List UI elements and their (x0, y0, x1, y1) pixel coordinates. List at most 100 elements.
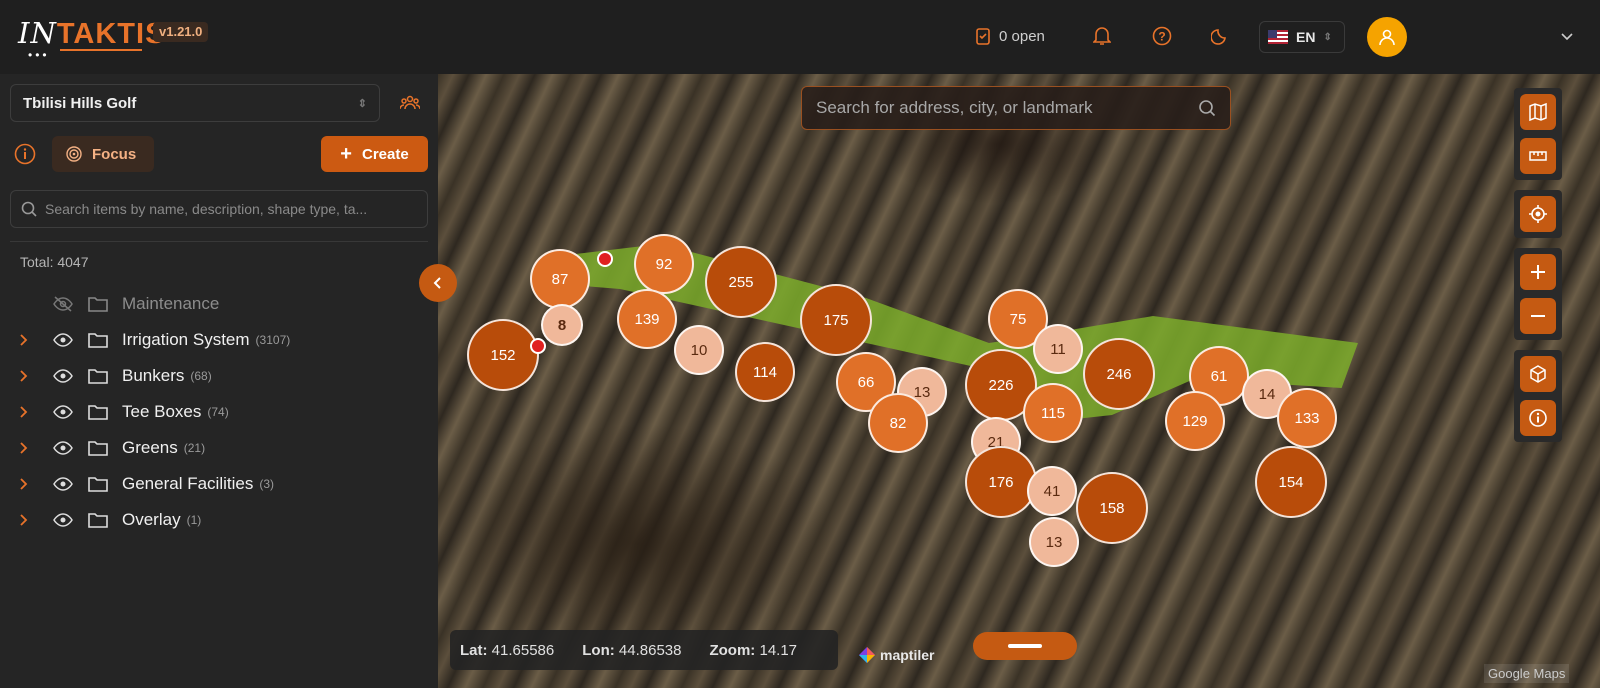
tree-item-tee-boxes[interactable]: Tee Boxes (74) (0, 394, 438, 430)
map-marker[interactable] (530, 338, 546, 354)
map-cluster[interactable]: 255 (705, 246, 777, 318)
map-cluster[interactable]: 154 (1255, 446, 1327, 518)
tree-item-overlay[interactable]: Overlay (1) (0, 502, 438, 538)
team-button[interactable] (399, 94, 421, 117)
map-cluster[interactable]: 129 (1165, 391, 1225, 451)
svg-text:?: ? (1158, 30, 1165, 44)
map-locate-tools (1514, 190, 1562, 238)
map-cluster[interactable]: 92 (634, 234, 694, 294)
map-layer-tools (1514, 88, 1562, 180)
tree-item-label: General Facilities (122, 474, 254, 493)
avatar[interactable] (1367, 17, 1407, 57)
map-cluster[interactable]: 11 (1033, 324, 1083, 374)
map-cluster[interactable]: 114 (735, 342, 795, 402)
lon-label: Lon: (582, 641, 615, 659)
maptiler-logo[interactable]: maptiler (858, 646, 934, 664)
map-cluster[interactable]: 133 (1277, 388, 1337, 448)
create-button[interactable]: + Create (321, 136, 428, 172)
map-cluster[interactable]: 176 (965, 446, 1037, 518)
tree-item-count: (1) (186, 513, 202, 527)
folder-icon (82, 295, 114, 313)
map-cluster[interactable]: 41 (1027, 466, 1077, 516)
tree-item-bunkers[interactable]: Bunkers (68) (0, 358, 438, 394)
map-cluster[interactable]: 82 (868, 393, 928, 453)
chevron-right-icon[interactable] (0, 441, 48, 455)
layer-tree: Maintenance Irrigation System (3107) Bun… (0, 286, 438, 538)
map-cluster[interactable]: 246 (1083, 338, 1155, 410)
notifications-button[interactable] (1086, 16, 1118, 56)
chevron-right-icon[interactable] (0, 513, 48, 527)
divider (10, 241, 428, 242)
search-icon[interactable] (1198, 99, 1216, 117)
help-button[interactable]: ? (1146, 16, 1178, 56)
chevron-right-icon[interactable] (0, 369, 48, 383)
map-cluster[interactable]: 139 (617, 289, 677, 349)
create-label: Create (361, 145, 409, 163)
total-count: Total: 4047 (20, 254, 89, 270)
info-button[interactable] (14, 143, 36, 170)
theme-toggle[interactable] (1204, 16, 1236, 56)
clipboard-icon (976, 28, 990, 45)
focus-button[interactable]: Focus (52, 136, 154, 172)
tree-item-count: (74) (207, 405, 229, 419)
project-select[interactable]: Tbilisi Hills Golf ⇕ (10, 84, 380, 122)
map-cluster[interactable]: 10 (674, 325, 724, 375)
map-icon (1529, 102, 1547, 122)
tree-item-label: Irrigation System (122, 330, 250, 349)
items-search-input[interactable] (45, 201, 415, 217)
3d-view-button[interactable] (1520, 356, 1556, 392)
open-tasks-button[interactable]: 0 open (975, 16, 1045, 56)
map-cluster[interactable]: 158 (1076, 472, 1148, 544)
folder-icon (82, 475, 114, 493)
tree-item-count: (68) (190, 369, 212, 383)
map-view-tools (1514, 350, 1562, 442)
chevron-right-icon[interactable] (0, 333, 48, 347)
logo[interactable]: INTAKTIS (18, 16, 165, 51)
map-cluster[interactable]: 152 (467, 319, 539, 391)
map-marker[interactable] (597, 251, 613, 267)
locate-button[interactable] (1520, 196, 1556, 232)
zoom-value: 14.17 (759, 641, 798, 659)
language-select[interactable]: EN ⇕ (1259, 21, 1345, 53)
chevron-right-icon[interactable] (0, 477, 48, 491)
minus-icon (1531, 315, 1545, 317)
user-icon (1379, 29, 1395, 46)
eye-icon[interactable] (48, 333, 78, 347)
bottom-panel-handle[interactable] (973, 632, 1077, 660)
eye-icon[interactable] (48, 441, 78, 455)
zoom-out-button[interactable] (1520, 298, 1556, 334)
map-cluster[interactable]: 175 (800, 284, 872, 356)
eye-off-icon[interactable] (48, 296, 78, 312)
map-cluster[interactable]: 8 (541, 304, 583, 346)
map-attribution[interactable]: Google Maps (1484, 664, 1570, 683)
eye-icon[interactable] (48, 405, 78, 419)
zoom-in-button[interactable] (1520, 254, 1556, 290)
tree-item-greens[interactable]: Greens (21) (0, 430, 438, 466)
eye-icon[interactable] (48, 513, 78, 527)
cube-icon (1530, 365, 1546, 383)
map-cluster[interactable]: 115 (1023, 383, 1083, 443)
collapse-sidebar-button[interactable] (419, 264, 457, 302)
help-icon: ? (1152, 26, 1172, 46)
map-cluster[interactable]: 13 (1029, 517, 1079, 567)
map-view[interactable]: 87 92 255 139 8 152 10 114 175 66 13 82 … (438, 74, 1600, 688)
map-search-input[interactable] (816, 98, 1176, 118)
map-cluster[interactable]: 87 (530, 249, 590, 309)
map-style-button[interactable] (1520, 94, 1556, 130)
tree-item-general-facilities[interactable]: General Facilities (3) (0, 466, 438, 502)
folder-icon (82, 511, 114, 529)
map-info-button[interactable] (1520, 400, 1556, 436)
folder-icon (82, 367, 114, 385)
tree-item-maintenance[interactable]: Maintenance (0, 286, 438, 322)
lon-value: 44.86538 (618, 641, 682, 659)
measure-button[interactable] (1520, 138, 1556, 174)
account-menu-toggle[interactable] (1560, 16, 1574, 56)
chevron-right-icon[interactable] (0, 405, 48, 419)
search-icon (21, 201, 37, 217)
eye-icon[interactable] (48, 369, 78, 383)
tree-item-count: (3107) (255, 333, 291, 347)
map-zoom-tools (1514, 248, 1562, 340)
eye-icon[interactable] (48, 477, 78, 491)
tree-item-label: Tee Boxes (122, 402, 202, 421)
tree-item-irrigation-system[interactable]: Irrigation System (3107) (0, 322, 438, 358)
